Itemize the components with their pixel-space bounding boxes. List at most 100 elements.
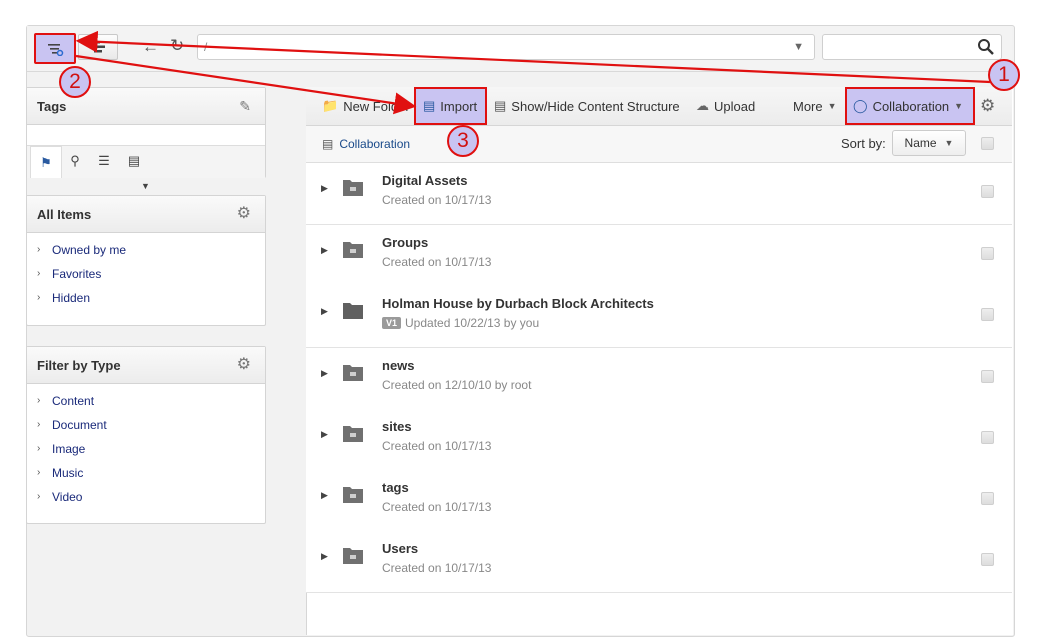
chevron-right-icon: ›: [37, 419, 41, 430]
address-bar[interactable]: / ▼: [197, 34, 815, 60]
filter-item-music[interactable]: › Music: [27, 464, 265, 488]
search-tags-icon[interactable]: ⚲: [60, 146, 90, 176]
item-meta: V1 Updated 10/22/13 by you: [382, 316, 539, 330]
action-toolbar: 📁 New Folder ▤ Import ▤ Show/Hide Content S…: [306, 87, 1012, 126]
item-name[interactable]: Digital Assets: [382, 173, 468, 188]
row-checkbox[interactable]: [981, 553, 994, 566]
expand-arrow-icon[interactable]: ▶: [321, 429, 328, 440]
list-item[interactable]: ▶ sites Created on 10/17/13: [306, 409, 1012, 471]
filter-by-type-header: Filter by Type ⚙: [27, 347, 265, 384]
item-meta-text: Created on 10/17/13: [382, 193, 492, 207]
chevron-down-icon[interactable]: ▼: [793, 41, 804, 53]
expand-arrow-icon[interactable]: ▶: [321, 245, 328, 256]
show-hide-structure-button[interactable]: ▤ Show/Hide Content Structure: [494, 87, 680, 125]
item-name[interactable]: tags: [382, 480, 409, 495]
filter-item-label: Music: [52, 466, 84, 480]
row-checkbox[interactable]: [981, 431, 994, 444]
item-meta: Created on 10/17/13: [382, 439, 491, 453]
list-item[interactable]: ▶ Groups Created on 10/17/13: [306, 225, 1012, 287]
item-meta: Created on 10/17/13: [382, 255, 491, 269]
filter-item-label: Video: [52, 490, 83, 504]
row-checkbox[interactable]: [981, 370, 994, 383]
sidebar-item-label: Hidden: [52, 291, 91, 305]
expand-arrow-icon[interactable]: ▶: [321, 183, 328, 194]
expand-arrow-icon[interactable]: ▶: [321, 368, 328, 379]
filter-item-content[interactable]: › Content: [27, 392, 265, 416]
filter-item-video[interactable]: › Video: [27, 488, 265, 512]
collaboration-button[interactable]: ◯ Collaboration ▼: [845, 87, 975, 125]
expand-arrow-icon[interactable]: ▶: [321, 490, 328, 501]
list-item[interactable]: ▶ Digital Assets Created on 10/17/13: [306, 163, 1012, 225]
expand-arrow-icon[interactable]: ▶: [321, 306, 328, 317]
version-badge: V1: [382, 317, 402, 329]
select-all-checkbox[interactable]: [981, 137, 994, 150]
item-meta: Created on 10/17/13: [382, 561, 491, 575]
item-meta-text: Created on 10/17/13: [382, 439, 492, 453]
list-item[interactable]: ▶ Users Created on 10/17/13: [306, 531, 1012, 593]
item-name[interactable]: Groups: [382, 235, 428, 250]
breadcrumb[interactable]: ▤ Collaboration: [322, 137, 410, 151]
row-checkbox[interactable]: [981, 492, 994, 505]
sidebar-item-label: Owned by me: [52, 243, 127, 257]
caret-down-icon: ▼: [944, 138, 954, 148]
row-checkbox[interactable]: [981, 247, 994, 260]
tag-icon[interactable]: ⚑: [30, 146, 62, 178]
new-folder-icon: 📁: [322, 98, 339, 113]
chevron-right-icon: ›: [37, 268, 41, 279]
chevron-right-icon: ›: [37, 491, 41, 502]
item-name[interactable]: Holman House by Durbach Block Architects: [382, 296, 654, 311]
sidebar-item-owned[interactable]: › Owned by me: [27, 241, 265, 265]
breadcrumb-bar: ▤ Collaboration Sort by: Name ▼: [306, 126, 1012, 163]
tree-view-button[interactable]: [78, 34, 118, 60]
show-hide-label: Show/Hide Content Structure: [511, 98, 680, 114]
import-icon: ▤: [423, 98, 436, 113]
refresh-icon[interactable]: ↻: [170, 36, 184, 56]
filter-item-label: Image: [52, 442, 86, 456]
structure-icon: ▤: [494, 98, 507, 113]
sort-dropdown[interactable]: Name ▼: [892, 130, 966, 156]
row-checkbox[interactable]: [981, 308, 994, 321]
toggle-sidebar-button[interactable]: [34, 33, 76, 64]
edit-icon[interactable]: ✎: [239, 98, 251, 114]
more-button[interactable]: More ▼: [793, 87, 837, 125]
gear-icon[interactable]: ⚙: [237, 206, 251, 222]
tags-panel-header: Tags ✎: [27, 88, 265, 125]
filter-item-image[interactable]: › Image: [27, 440, 265, 464]
list-icon[interactable]: ☰: [89, 146, 119, 176]
tags-title: Tags: [37, 99, 67, 114]
folder-icon: [343, 365, 363, 381]
collapse-arrow-icon[interactable]: ▼: [141, 181, 150, 191]
chevron-right-icon: ›: [37, 395, 41, 406]
row-checkbox[interactable]: [981, 185, 994, 198]
sidebar-item-hidden[interactable]: › Hidden: [27, 289, 265, 313]
item-meta-text: Created on 10/17/13: [382, 561, 492, 575]
expand-arrow-icon[interactable]: ▶: [321, 551, 328, 562]
item-meta-text: Updated 10/22/13 by you: [405, 316, 540, 330]
new-folder-button[interactable]: 📁 New Folder: [322, 87, 410, 125]
back-arrow-icon[interactable]: ←: [142, 37, 159, 57]
all-items-header: All Items ⚙: [27, 196, 265, 233]
filter-item-document[interactable]: › Document: [27, 416, 265, 440]
callout-1: 1: [988, 59, 1020, 91]
filter-item-label: Content: [52, 394, 95, 408]
search-icon[interactable]: [977, 38, 995, 56]
item-name[interactable]: sites: [382, 419, 412, 434]
tags-tab-strip: ⚑ ⚲ ☰ ▤: [27, 145, 265, 178]
item-name[interactable]: news: [382, 358, 415, 373]
upload-button[interactable]: ☁ Upload: [696, 87, 755, 125]
import-button[interactable]: ▤ Import: [414, 87, 487, 125]
item-name[interactable]: Users: [382, 541, 418, 556]
caret-down-icon: ▼: [827, 101, 837, 111]
search-input[interactable]: [822, 34, 1002, 60]
list-item[interactable]: ▶ news Created on 12/10/10 by root: [306, 348, 1012, 410]
folder-icon: [343, 303, 363, 319]
settings-gear-icon[interactable]: ⚙: [980, 87, 995, 125]
clipboard-icon[interactable]: ▤: [119, 146, 149, 176]
list-item[interactable]: ▶ tags Created on 10/17/13: [306, 470, 1012, 532]
list-item[interactable]: ▶ Holman House by Durbach Block Architec…: [306, 286, 1012, 348]
folder-icon: [343, 548, 363, 564]
cloud-upload-icon: ☁: [696, 98, 709, 113]
sidebar-item-favorites[interactable]: › Favorites: [27, 265, 265, 289]
gear-icon[interactable]: ⚙: [237, 357, 251, 373]
sort-value: Name: [904, 136, 937, 150]
